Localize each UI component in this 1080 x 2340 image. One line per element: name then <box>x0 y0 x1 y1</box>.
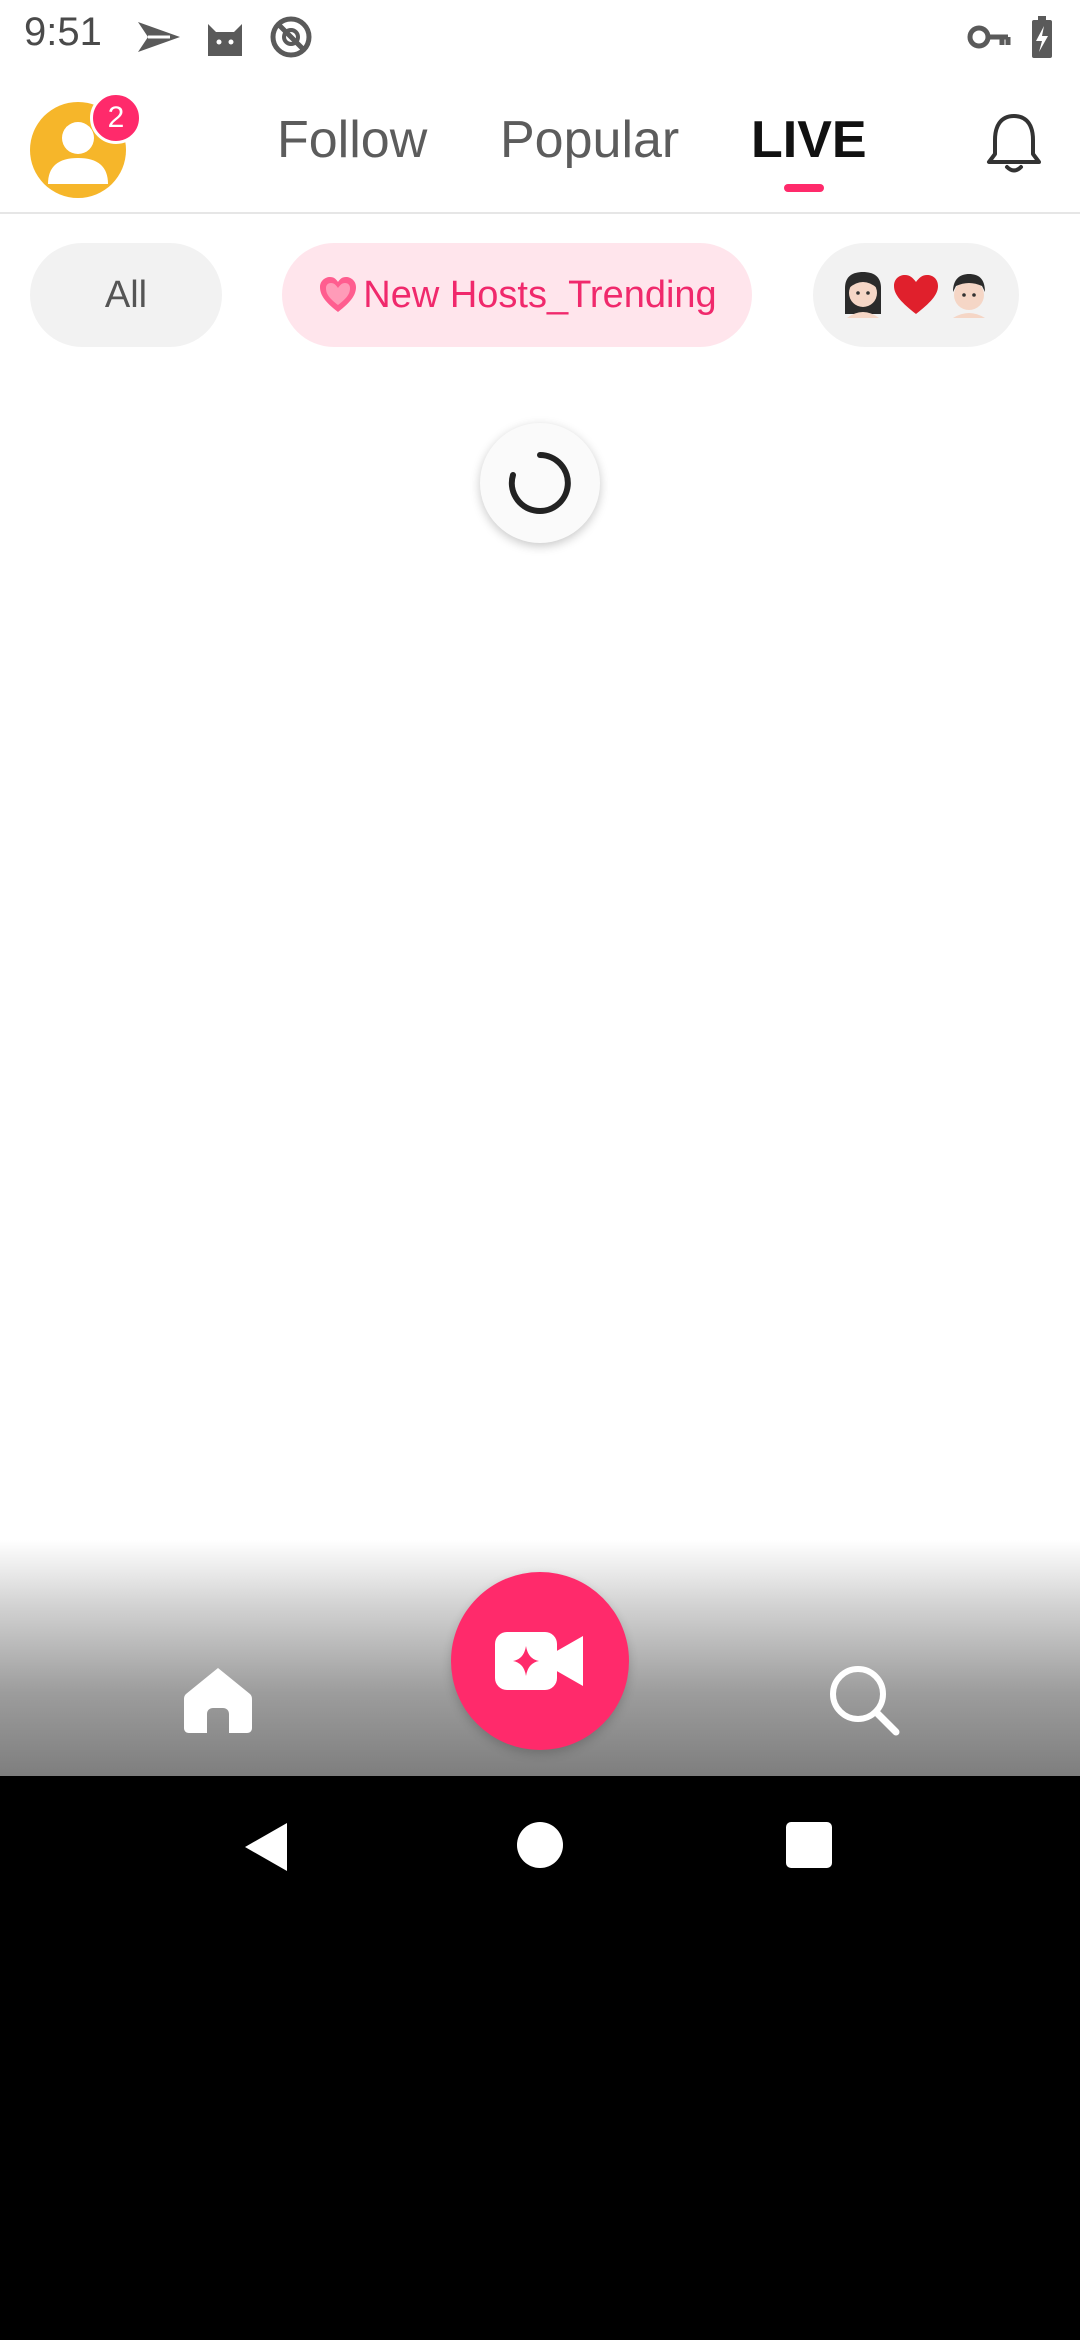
go-live-camera-icon <box>495 1632 583 1690</box>
active-tab-indicator <box>784 184 824 192</box>
red-heart-icon <box>894 275 938 314</box>
pink-heart-icon <box>320 277 357 312</box>
filter-chip-new-hosts-trending[interactable]: New Hosts_Trending <box>282 243 752 347</box>
home-circle-icon[interactable] <box>517 1822 563 1868</box>
tab-live[interactable]: LIVE <box>751 110 867 170</box>
top-header: 2 Follow Popular LIVE <box>0 72 1080 214</box>
filter-chip-all[interactable]: All <box>30 243 222 347</box>
system-navigation-bar <box>0 1776 1080 1926</box>
phone-screen: 9:51 2 Follow Popular LIVE All New Hosts… <box>0 0 1080 2340</box>
go-live-button[interactable] <box>451 1572 629 1750</box>
battery-charging-icon <box>1032 16 1052 58</box>
couple-emoji-group <box>845 272 985 318</box>
filter-chip-couple[interactable] <box>813 243 1019 347</box>
loading-arc-icon <box>508 452 571 514</box>
tab-popular[interactable]: Popular <box>500 110 679 170</box>
tab-follow[interactable]: Follow <box>277 110 427 170</box>
status-time: 9:51 <box>24 10 102 54</box>
recent-apps-icon[interactable] <box>786 1822 832 1868</box>
vpn-key-icon <box>967 25 1011 49</box>
back-icon[interactable] <box>243 1821 289 1873</box>
man-emoji-icon <box>953 274 985 318</box>
filter-chip-label: All <box>104 273 148 316</box>
no-tracking-icon <box>270 16 312 58</box>
search-icon[interactable] <box>826 1662 902 1738</box>
app-window: 9:51 2 Follow Popular LIVE All New Hosts… <box>0 0 1080 1776</box>
status-bar: 9:51 <box>0 0 1080 72</box>
loading-spinner <box>480 423 600 543</box>
cat-icon <box>208 24 242 56</box>
filter-chip-label: New Hosts_Trending <box>363 273 717 316</box>
woman-emoji-icon <box>845 272 881 318</box>
send-icon <box>138 22 180 52</box>
notification-count-badge: 2 <box>90 92 142 144</box>
bell-icon[interactable] <box>984 110 1044 176</box>
home-icon[interactable] <box>182 1664 254 1736</box>
